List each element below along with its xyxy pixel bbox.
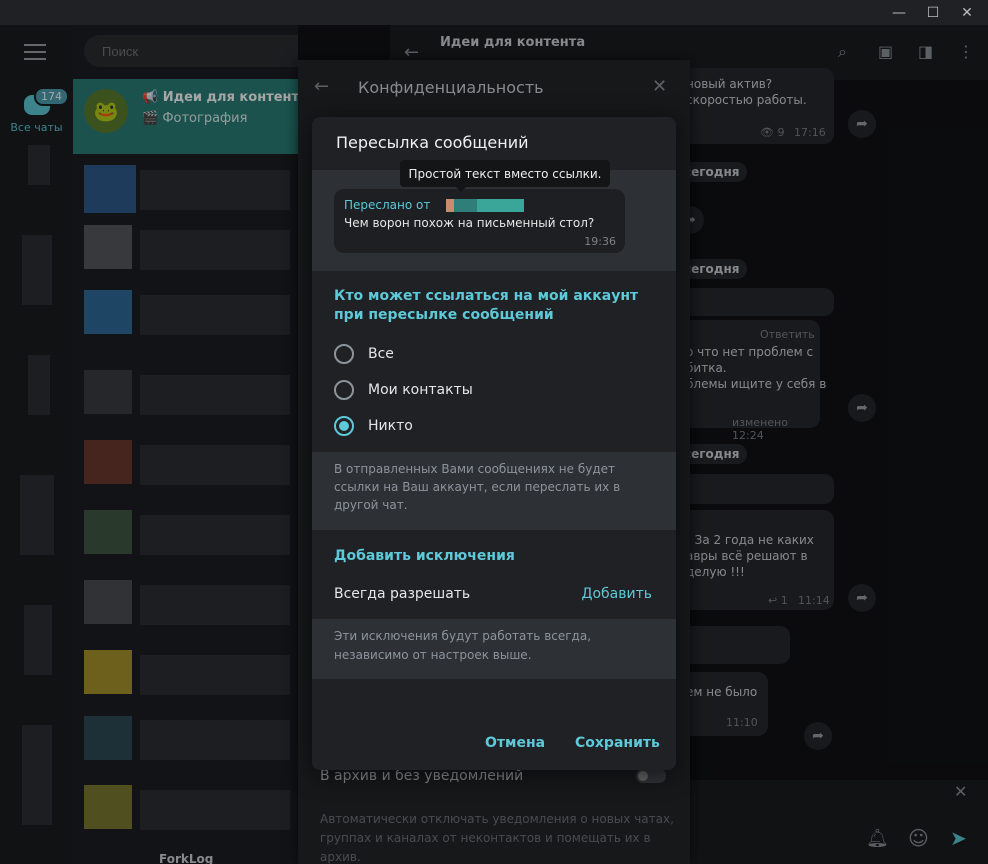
exceptions-note: Эти исключения будут работать всегда, не… (312, 619, 676, 679)
radio-button-selected[interactable] (334, 416, 354, 436)
telegram-window: — ☐ ✕ 174 Все чаты 🐸 📢 Идеи для контента… (0, 0, 988, 864)
save-button[interactable]: Сохранить (575, 735, 660, 751)
cancel-button[interactable]: Отмена (485, 735, 545, 751)
option-everybody[interactable]: Все (334, 341, 654, 367)
tooltip: Простой текст вместо ссылки. (400, 160, 610, 192)
section-title: Кто может ссылаться на мой аккаунт при п… (334, 288, 639, 323)
option-label: Все (368, 346, 394, 362)
close-window-icon[interactable]: ✕ (952, 0, 982, 25)
add-exception-button[interactable]: Добавить (582, 586, 652, 602)
forwarded-message-bubble: Переслано от Чем ворон похож на письменн… (334, 189, 625, 253)
forwarded-from-label: Переслано от (344, 198, 431, 212)
message-time: 19:36 (584, 235, 616, 248)
option-my-contacts[interactable]: Мои контакты (334, 377, 654, 403)
exceptions-title: Добавить исключения (334, 548, 515, 564)
option-nobody[interactable]: Никто (334, 413, 654, 439)
forwarding-dialog: Пересылка сообщений Переслано от Чем вор… (312, 117, 676, 770)
dialog-title: Пересылка сообщений (336, 133, 529, 152)
radio-button[interactable] (334, 344, 354, 364)
option-label: Никто (368, 418, 413, 434)
minimize-icon[interactable]: — (884, 0, 914, 25)
option-label: Мои контакты (368, 382, 473, 398)
info-text: В отправленных Вами сообщениях не будет … (312, 452, 676, 530)
tooltip-text: Простой текст вместо ссылки. (408, 166, 602, 181)
title-bar: — ☐ ✕ (0, 0, 988, 25)
forwarded-name-redacted (446, 199, 524, 212)
maximize-icon[interactable]: ☐ (918, 0, 948, 25)
forwarded-text: Чем ворон похож на письменный стол? (344, 216, 595, 230)
radio-button[interactable] (334, 380, 354, 400)
always-allow-label[interactable]: Всегда разрешать (334, 586, 470, 602)
